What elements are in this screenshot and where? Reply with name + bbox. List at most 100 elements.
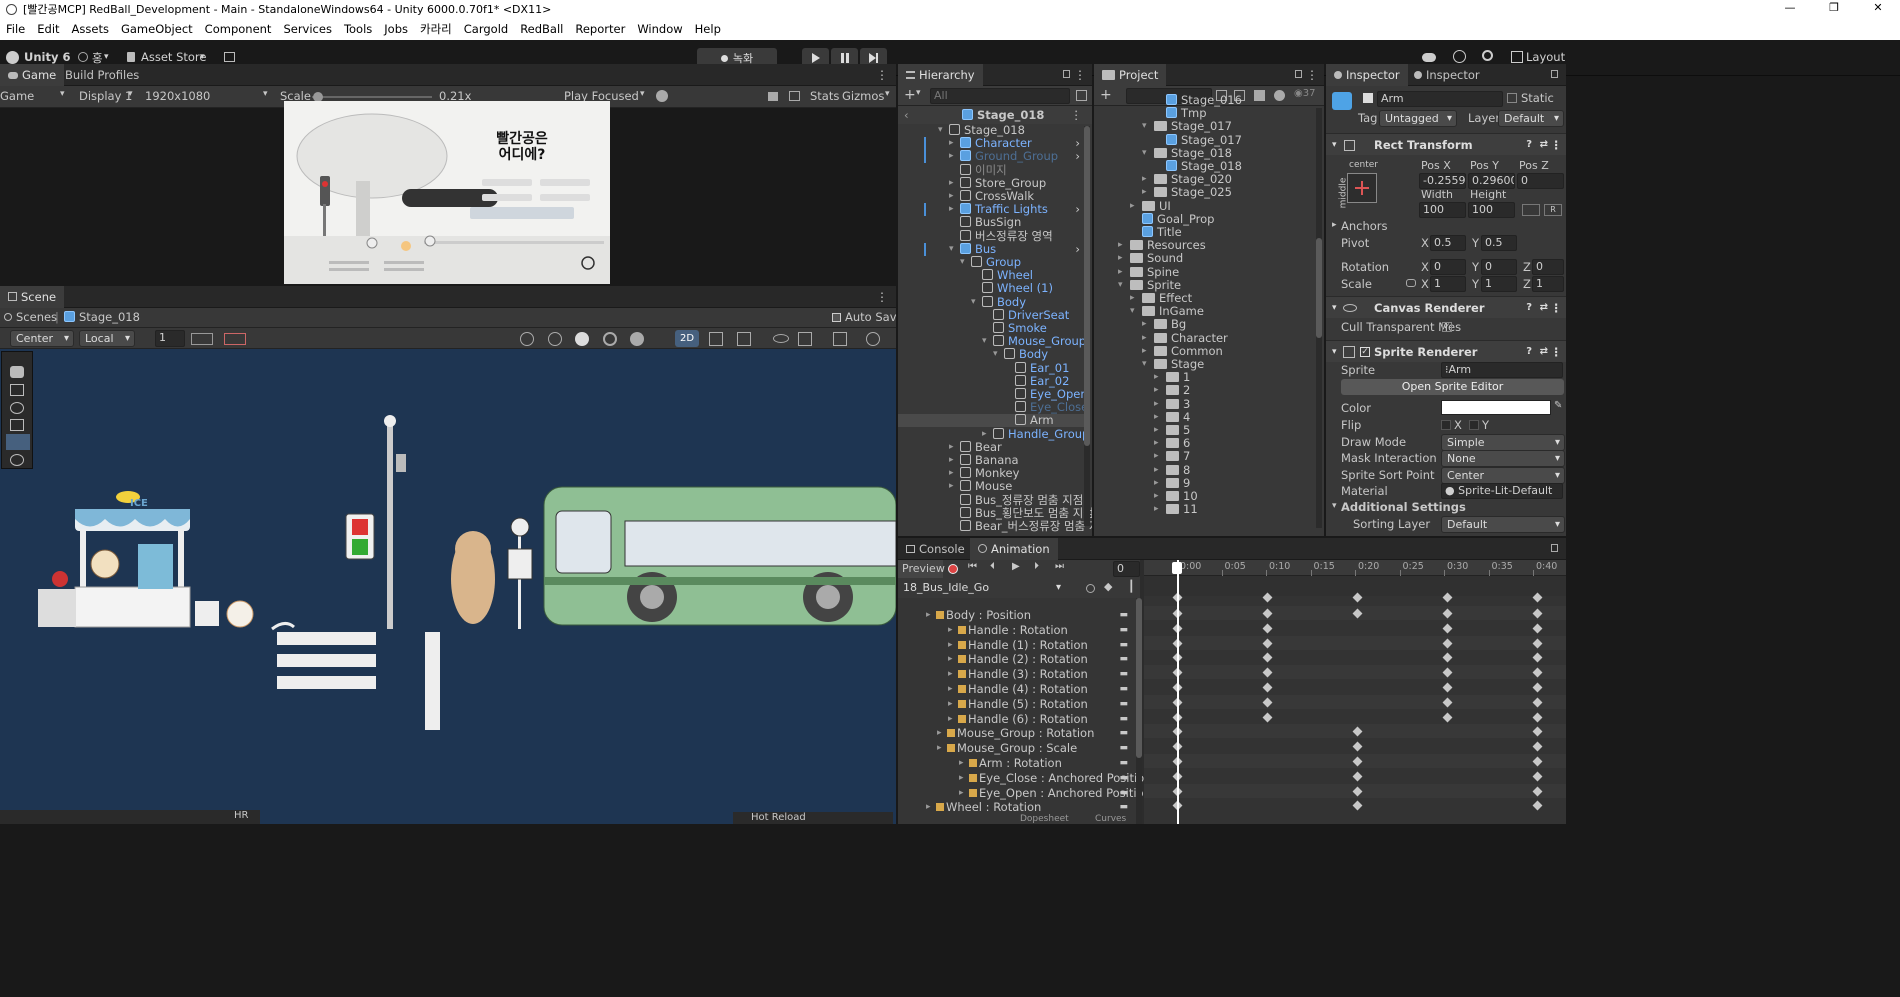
presets-icon[interactable]: ⇄ xyxy=(1540,134,1548,156)
animation-track[interactable]: ▸ Mouse_Group : Rotation ▬ xyxy=(898,726,1140,740)
hierarchy-item[interactable]: ▾ Body xyxy=(898,348,1084,361)
unity-version-label[interactable]: Unity 6 xyxy=(24,50,70,64)
help-icon[interactable]: ? xyxy=(1526,341,1532,363)
menu-item-9[interactable]: Cargold xyxy=(458,22,514,36)
animation-track[interactable]: ▸ Handle (2) : Rotation ▬ xyxy=(898,652,1140,666)
tab-inspector-2[interactable]: Inspector xyxy=(1406,64,1488,86)
height-field[interactable]: 100 xyxy=(1468,202,1515,218)
camera-icon[interactable] xyxy=(833,332,847,346)
collapsed-arrow-icon[interactable]: ▸ xyxy=(949,190,959,203)
bug-icon[interactable] xyxy=(656,90,668,102)
project-item[interactable]: ▾ Stage_017 xyxy=(1094,120,1314,133)
project-item[interactable]: Stage_016 xyxy=(1094,94,1314,107)
open-prefab-arrow-icon[interactable]: › xyxy=(1075,150,1080,163)
collapsed-arrow-icon[interactable]: ▸ xyxy=(1154,503,1164,516)
menu-item-0[interactable]: File xyxy=(0,22,31,36)
gizmos-dropdown[interactable]: Gizmos xyxy=(842,89,884,103)
collapsed-arrow-icon[interactable]: ▸ xyxy=(1142,186,1152,199)
project-item[interactable]: Tmp xyxy=(1094,107,1314,120)
color-field[interactable] xyxy=(1441,400,1551,415)
project-item[interactable]: ▸ Common xyxy=(1094,344,1314,358)
hierarchy-menu-icon[interactable]: ⋮ xyxy=(1074,68,1086,82)
keyboard-icon[interactable] xyxy=(789,91,800,101)
hierarchy-item[interactable]: ▸ Ground_Group › xyxy=(898,150,1084,164)
lit-icon[interactable] xyxy=(603,332,617,346)
track-options-icon[interactable]: ▬ xyxy=(1119,741,1128,755)
presets-icon[interactable]: ⇄ xyxy=(1540,297,1548,319)
dopesheet-button[interactable]: Dopesheet xyxy=(1020,814,1069,824)
hierarchy-item[interactable]: Ear_01 xyxy=(898,361,1084,375)
track-options-icon[interactable]: ▬ xyxy=(1119,712,1128,726)
collapsed-arrow-icon[interactable]: ▸ xyxy=(1142,318,1152,331)
store-chevron-icon[interactable]: ▾ xyxy=(200,52,205,62)
presets-icon[interactable]: ⇄ xyxy=(1540,341,1548,363)
additional-settings-foldout[interactable]: Additional Settings xyxy=(1341,500,1466,514)
blueprint-mode-icon[interactable] xyxy=(1522,204,1540,216)
pivot-center-dropdown[interactable]: Center xyxy=(10,330,74,347)
collapsed-arrow-icon[interactable]: ▸ xyxy=(1154,384,1164,397)
project-item[interactable]: ▸ 3 xyxy=(1094,397,1314,411)
animation-track[interactable]: ▸ Handle (3) : Rotation ▬ xyxy=(898,667,1140,681)
unity-cube-icon[interactable] xyxy=(6,51,19,64)
mode-2d-button[interactable]: 2D xyxy=(675,330,699,347)
hierarchy-item[interactable]: ▾ Stage_018 xyxy=(898,124,1084,137)
cull-transparent-checkbox[interactable]: ✓ xyxy=(1442,322,1452,332)
expanded-arrow-icon[interactable]: ▾ xyxy=(1142,147,1152,160)
hierarchy-item[interactable]: Arm xyxy=(898,414,1084,428)
animation-track[interactable]: ▸ Arm : Rotation ▬ xyxy=(898,756,1140,770)
hot-reload-bar[interactable]: Hot Reload xyxy=(733,812,893,824)
account-icon[interactable] xyxy=(78,52,88,62)
tab-console[interactable]: Console xyxy=(898,538,973,560)
project-item[interactable]: ▸ Stage_020 xyxy=(1094,173,1314,186)
shaded-icon[interactable] xyxy=(575,332,589,346)
tracks-scrollbar[interactable] xyxy=(1136,598,1142,824)
animation-track[interactable]: ▸ Handle : Rotation ▬ xyxy=(898,623,1140,637)
playhead[interactable] xyxy=(1177,560,1179,824)
prev-key-icon[interactable]: ⏴ xyxy=(990,561,995,572)
animation-track[interactable]: ▸ Handle (4) : Rotation ▬ xyxy=(898,682,1140,696)
increment-snap-icon[interactable] xyxy=(224,333,246,345)
collapsed-arrow-icon[interactable]: ▸ xyxy=(1154,424,1164,437)
project-item[interactable]: ▾ InGame xyxy=(1094,305,1314,318)
hierarchy-item[interactable]: Eye_Open xyxy=(898,388,1088,401)
track-options-icon[interactable]: ▬ xyxy=(1119,771,1128,785)
curves-button[interactable]: Curves xyxy=(1095,814,1126,824)
menu-item-4[interactable]: Component xyxy=(199,22,278,36)
hierarchy-item[interactable]: DriverSeat xyxy=(898,308,1084,322)
project-item[interactable]: ▸ Character xyxy=(1094,331,1314,345)
project-item[interactable]: ▸ Stage_025 xyxy=(1094,186,1314,199)
resolution-dropdown[interactable]: 1920x1080 xyxy=(145,89,210,103)
collapsed-arrow-icon[interactable]: ▸ xyxy=(1154,371,1164,384)
lock-icon[interactable] xyxy=(1063,70,1070,78)
animation-track[interactable]: ▸ Body : Position ▬ xyxy=(898,608,1140,622)
project-scrollbar[interactable] xyxy=(1316,108,1322,528)
menu-item-7[interactable]: Jobs xyxy=(378,22,414,36)
flip-x-checkbox[interactable] xyxy=(1441,420,1451,430)
collapsed-arrow-icon[interactable]: ▸ xyxy=(1118,252,1128,265)
frame-field[interactable]: 0 xyxy=(1113,561,1140,577)
project-item[interactable]: ▾ Sprite xyxy=(1094,278,1314,292)
hierarchy-item[interactable]: ▸ Traffic Lights › xyxy=(898,203,1084,217)
account-chevron-icon[interactable]: ▾ xyxy=(104,52,109,62)
draw-mode-dropdown[interactable]: Simple xyxy=(1441,434,1565,451)
inspector-lock-icon[interactable] xyxy=(1551,70,1558,78)
flip-y-checkbox[interactable] xyxy=(1469,420,1479,430)
help-icon[interactable]: ? xyxy=(1526,297,1532,319)
collapsed-arrow-icon[interactable]: ▸ xyxy=(949,454,959,467)
tab-project[interactable]: Project xyxy=(1094,64,1167,86)
collapsed-arrow-icon[interactable]: ▸ xyxy=(1154,450,1164,463)
animation-track[interactable]: ▸ Wheel : Rotation ▬ xyxy=(898,800,1140,814)
game-mode-dropdown[interactable]: Game xyxy=(0,89,34,103)
pivot-local-dropdown[interactable]: Local xyxy=(79,330,135,347)
scene-panel-menu-icon[interactable]: ⋮ xyxy=(876,290,888,304)
tab-animation[interactable]: Animation xyxy=(970,538,1058,560)
menu-item-12[interactable]: Window xyxy=(631,22,688,36)
rotation-z-field[interactable]: 0 xyxy=(1532,259,1564,275)
playhead-handle[interactable] xyxy=(1172,562,1182,574)
project-item[interactable]: ▸ 2 xyxy=(1094,384,1314,397)
menu-item-1[interactable]: Edit xyxy=(31,22,65,36)
collapsed-arrow-icon[interactable]: ▸ xyxy=(949,150,959,163)
project-item[interactable]: ▸ 8 xyxy=(1094,463,1314,477)
track-expand-icon[interactable]: ▸ xyxy=(948,652,958,666)
raw-edit-button[interactable]: R xyxy=(1544,204,1562,216)
